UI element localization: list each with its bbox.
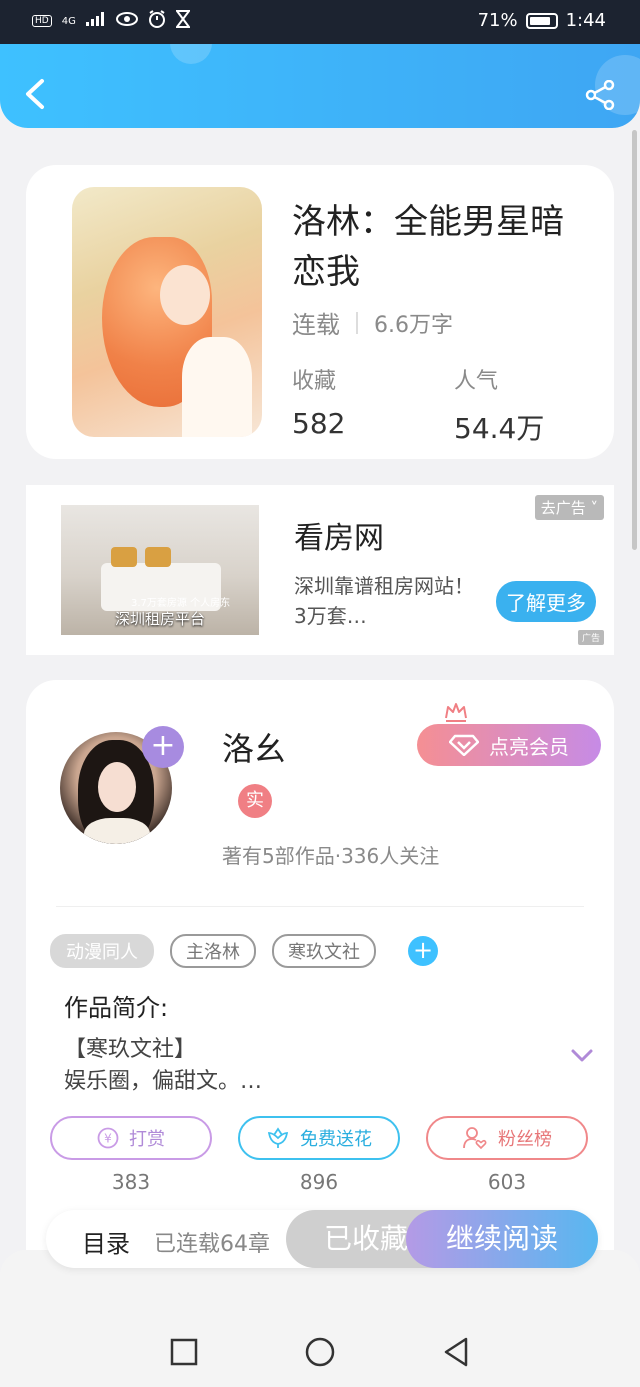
- ad-image-pillow: [145, 547, 171, 567]
- fan-rank-count: 603: [487, 1170, 527, 1194]
- verified-badge: 实: [238, 784, 272, 818]
- ad-description: 深圳靠谱租房网站！3万套…: [294, 574, 474, 628]
- clock: 1:44: [565, 10, 606, 31]
- system-nav-bar: [0, 1310, 640, 1387]
- author-name: 洛幺: [222, 730, 287, 768]
- intro-line: 【寒玖文社】: [64, 1037, 197, 1062]
- reward-button[interactable]: ¥ 打赏: [50, 1116, 212, 1160]
- book-cover-image[interactable]: [72, 187, 262, 437]
- avatar-art: [84, 818, 150, 844]
- ad-image[interactable]: 3.7万套房源 个人房东 深圳租房平台: [61, 505, 259, 635]
- status-bar: HD 4G 71% 1:44: [0, 0, 640, 44]
- cover-art: [160, 265, 210, 325]
- action-row: ¥ 打赏 383 免费送花 896 粉丝榜 603: [50, 1116, 588, 1194]
- chevron-down-icon: ˅: [590, 499, 599, 517]
- send-flower-label: 免费送花: [300, 1129, 372, 1150]
- eye-icon: [115, 12, 138, 30]
- intro-title: 作品简介:: [64, 994, 169, 1022]
- tag-chip[interactable]: 主洛林: [170, 934, 256, 968]
- reward-count: 383: [111, 1170, 151, 1194]
- book-meta: 连载 6.6万字: [292, 305, 453, 340]
- alarm-icon: [148, 10, 166, 32]
- fan-heart-icon: [463, 1127, 487, 1150]
- book-info-card: 洛林：全能男星暗恋我 连载 6.6万字 收藏 582 人气 54.4万: [26, 165, 614, 459]
- fan-rank-label: 粉丝榜: [498, 1129, 552, 1150]
- hourglass-icon: [174, 10, 191, 32]
- battery-icon: [525, 12, 558, 29]
- favorites-label: 收藏: [292, 369, 337, 394]
- popularity-label: 人气: [454, 369, 499, 394]
- remove-ad-button[interactable]: 去广告 ˅: [534, 495, 604, 520]
- table-of-contents-button[interactable]: 目录: [82, 1224, 130, 1259]
- ad-image-caption-small: 3.7万套房源 个人房东: [131, 598, 231, 609]
- reading-bar: 目录 已连载64章 已收藏 继续阅读: [46, 1210, 598, 1268]
- author-stats: 著有5部作品·336人关注: [222, 844, 440, 868]
- battery-percent: 71%: [477, 10, 518, 31]
- send-flower-button[interactable]: 免费送花: [238, 1116, 400, 1160]
- add-tag-button[interactable]: +: [408, 936, 438, 966]
- scrollbar[interactable]: [632, 130, 637, 550]
- ad-banner[interactable]: 3.7万套房源 个人房东 深圳租房平台 看房网 深圳靠谱租房网站！3万套… 去广…: [26, 485, 614, 655]
- reward-label: 打赏: [129, 1129, 165, 1150]
- network-indicator: 4G: [61, 15, 76, 27]
- tag-list: 动漫同人 主洛林 寒玖文社 +: [50, 934, 438, 968]
- ad-image-caption: 深圳租房平台: [114, 610, 205, 628]
- chevron-down-icon[interactable]: [570, 1048, 594, 1064]
- intro-body[interactable]: 【寒玖文社】 娱乐圈，偏甜文。…: [64, 1034, 534, 1098]
- vip-label: 点亮会员: [489, 734, 569, 759]
- svg-text:¥: ¥: [104, 1132, 112, 1146]
- remove-ad-label: 去广告: [540, 499, 586, 517]
- back-triangle-icon[interactable]: [440, 1336, 472, 1368]
- chapter-count[interactable]: 已连载64章: [154, 1226, 270, 1258]
- fan-rank-button[interactable]: 粉丝榜: [426, 1116, 588, 1160]
- avatar-art: [98, 762, 136, 812]
- continue-reading-button[interactable]: 继续阅读: [406, 1210, 598, 1268]
- flower-icon: [267, 1127, 289, 1148]
- home-icon[interactable]: [304, 1336, 336, 1368]
- favorites-stat: 收藏 582: [292, 363, 345, 440]
- ad-image-pillow: [111, 547, 137, 567]
- intro-line: 娱乐圈，偏甜文。…: [64, 1069, 263, 1094]
- tag-chip[interactable]: 寒玖文社: [272, 934, 376, 968]
- yen-icon: ¥: [97, 1127, 119, 1149]
- diamond-icon: [449, 734, 479, 756]
- share-icon[interactable]: [584, 80, 616, 110]
- hd-icon: HD: [32, 15, 52, 27]
- crown-icon: [445, 703, 467, 722]
- flower-count: 896: [299, 1170, 339, 1194]
- word-count: 6.6万字: [374, 312, 453, 338]
- status-left: HD 4G: [32, 10, 191, 32]
- divider: [356, 311, 358, 334]
- reward-action: ¥ 打赏 383: [50, 1116, 212, 1194]
- fan-rank-action: 粉丝榜 603: [426, 1116, 588, 1194]
- divider: [56, 906, 584, 907]
- recent-apps-icon[interactable]: [168, 1336, 200, 1368]
- vip-membership-button[interactable]: 点亮会员: [417, 724, 601, 766]
- popularity-value: 54.4万: [454, 412, 545, 445]
- flower-action: 免费送花 896: [238, 1116, 400, 1194]
- cover-art: [182, 337, 252, 437]
- follow-author-button[interactable]: +: [142, 726, 184, 768]
- tag-chip[interactable]: 动漫同人: [50, 934, 154, 968]
- chevron-left-icon[interactable]: [22, 78, 50, 110]
- status-right: 71% 1:44: [478, 10, 606, 31]
- signal-icon: [85, 12, 106, 30]
- ad-label: 广告: [577, 630, 604, 645]
- popularity-stat: 人气 54.4万: [454, 363, 544, 447]
- header-bar: HD 4G 71% 1:44: [0, 0, 640, 128]
- serial-status: 连载: [292, 311, 340, 339]
- ad-title: 看房网: [294, 521, 384, 556]
- learn-more-button[interactable]: 了解更多: [496, 581, 596, 622]
- favorites-value: 582: [292, 407, 346, 440]
- book-title: 洛林：全能男星暗恋我: [292, 202, 564, 292]
